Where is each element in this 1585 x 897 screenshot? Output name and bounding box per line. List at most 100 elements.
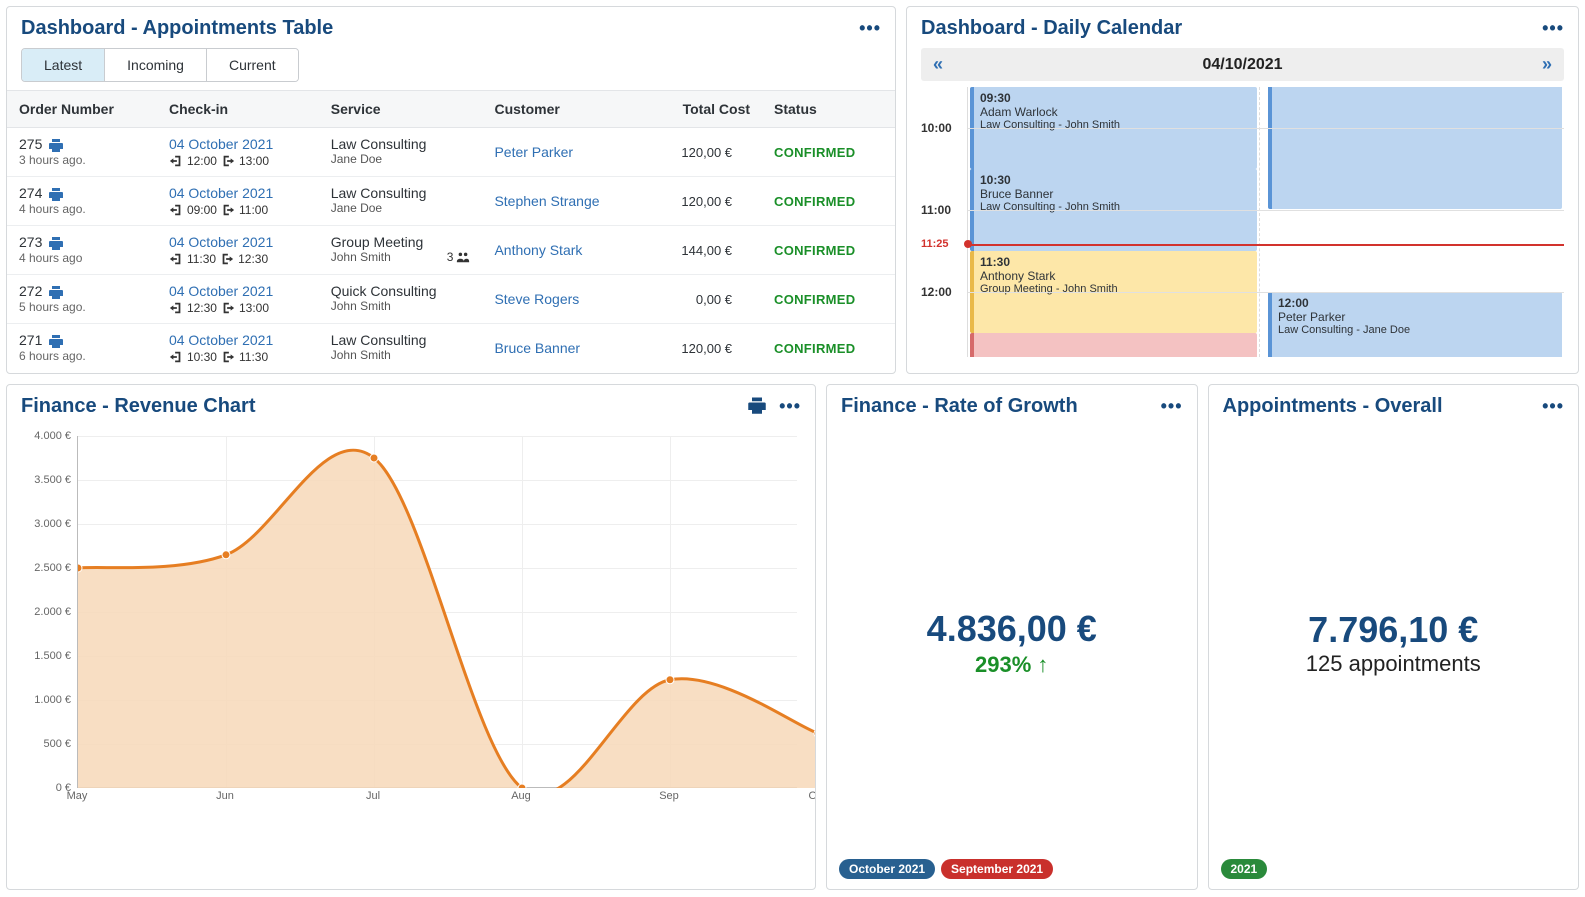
service-name: Law Consulting	[331, 136, 471, 152]
y-tick-label: 500 €	[43, 738, 71, 750]
customer-link[interactable]: Steve Rogers	[494, 291, 579, 307]
more-icon[interactable]: •••	[859, 18, 881, 39]
service-name: Law Consulting	[331, 332, 471, 348]
table-row[interactable]: 275 3 hours ago.04 October 2021 12:00 13…	[7, 128, 895, 177]
signin-icon	[169, 252, 183, 266]
period-badge[interactable]: 2021	[1221, 859, 1268, 879]
y-tick-label: 3.000 €	[34, 518, 71, 530]
print-icon[interactable]	[48, 234, 64, 251]
prev-day-button[interactable]: «	[933, 54, 943, 75]
table-row[interactable]: 273 4 hours ago04 October 2021 11:30 12:…	[7, 226, 895, 275]
print-icon[interactable]	[48, 136, 64, 153]
total-cost: 120,00 €	[645, 177, 762, 226]
print-icon[interactable]	[48, 185, 64, 202]
chart-point[interactable]	[666, 676, 674, 684]
checkin-date[interactable]: 04 October 2021	[169, 136, 307, 152]
table-row[interactable]: 272 5 hours ago.04 October 2021 12:30 13…	[7, 275, 895, 324]
employee-name: John Smith	[331, 250, 391, 264]
checkin-times: 12:00 13:00	[169, 154, 307, 168]
order-number: 271	[19, 332, 42, 348]
status-badge: CONFIRMED	[774, 145, 855, 160]
tab-current[interactable]: Current	[207, 49, 298, 81]
column-header[interactable]: Customer	[482, 91, 645, 128]
revenue-chart-panel: Finance - Revenue Chart ••• 0 €500 €1.00…	[6, 384, 816, 890]
event-customer: Adam Warlock	[980, 105, 1251, 119]
signout-icon	[220, 252, 234, 266]
table-row[interactable]: 271 6 hours ago.04 October 2021 10:30 11…	[7, 324, 895, 373]
service-name: Group Meeting	[331, 234, 471, 250]
total-cost: 0,00 €	[645, 275, 762, 324]
customer-link[interactable]: Stephen Strange	[494, 193, 599, 209]
column-header[interactable]: Check-in	[157, 91, 319, 128]
event-service: Law Consulting - John Smith	[980, 201, 1251, 213]
calendar-event[interactable]: 12:00Peter ParkerLaw Consulting - Jane D…	[1268, 292, 1562, 357]
order-number: 275	[19, 136, 42, 152]
more-icon[interactable]: •••	[1161, 396, 1183, 417]
y-tick-label: 1.000 €	[34, 694, 71, 706]
more-icon[interactable]: •••	[779, 396, 801, 417]
column-header[interactable]: Order Number	[7, 91, 157, 128]
table-row[interactable]: 274 4 hours ago.04 October 2021 09:00 11…	[7, 177, 895, 226]
checkin-date[interactable]: 04 October 2021	[169, 332, 307, 348]
now-line	[968, 244, 1564, 246]
order-number: 272	[19, 283, 42, 299]
daily-calendar-panel: Dashboard - Daily Calendar ••• « 04/10/2…	[906, 6, 1579, 374]
column-header[interactable]: Total Cost	[645, 91, 762, 128]
print-icon[interactable]	[747, 395, 767, 418]
chart-svg	[78, 436, 816, 788]
customer-link[interactable]: Bruce Banner	[494, 340, 580, 356]
employee-name: John Smith	[331, 299, 391, 313]
x-tick-label: Aug	[511, 790, 531, 802]
event-time: 11:30	[980, 255, 1251, 269]
column-header[interactable]: Service	[319, 91, 483, 128]
event-time: 10:30	[980, 173, 1251, 187]
calendar-event[interactable]: Stephen StrangeLaw Consulting - Jane Doe	[1268, 87, 1562, 209]
print-icon[interactable]	[48, 332, 64, 349]
chart-point[interactable]	[78, 564, 82, 572]
print-icon[interactable]	[48, 283, 64, 300]
signout-icon	[221, 154, 235, 168]
period-badge[interactable]: September 2021	[941, 859, 1053, 879]
checkin-date[interactable]: 04 October 2021	[169, 185, 307, 201]
signin-icon	[169, 154, 183, 168]
chart-point[interactable]	[222, 551, 230, 559]
column-header[interactable]: Status	[762, 91, 895, 128]
tab-latest[interactable]: Latest	[22, 49, 105, 81]
calendar-date[interactable]: 04/10/2021	[1202, 56, 1282, 74]
hour-label: 12:00	[921, 285, 952, 299]
appointments-table: Order NumberCheck-inServiceCustomerTotal…	[7, 90, 895, 372]
tab-incoming[interactable]: Incoming	[105, 49, 207, 81]
checkin-date[interactable]: 04 October 2021	[169, 283, 307, 299]
calendar-body[interactable]: 10:0011:0012:0011:25 09:30Adam WarlockLa…	[921, 87, 1564, 357]
panel-title: Dashboard - Appointments Table	[21, 17, 333, 40]
x-tick-label: Jun	[216, 790, 234, 802]
next-day-button[interactable]: »	[1542, 54, 1552, 75]
customer-link[interactable]: Peter Parker	[494, 144, 573, 160]
more-icon[interactable]: •••	[1542, 18, 1564, 39]
checkin-times: 10:30 11:30	[169, 350, 307, 364]
revenue-chart[interactable]: 0 €500 €1.000 €1.500 €2.000 €2.500 €3.00…	[21, 430, 801, 810]
x-tick-label: Sep	[659, 790, 679, 802]
status-badge: CONFIRMED	[774, 341, 855, 356]
event-customer: Bruce Banner	[980, 187, 1251, 201]
employee-name: Jane Doe	[331, 201, 382, 215]
panel-title: Finance - Revenue Chart	[21, 395, 256, 418]
chart-point[interactable]	[518, 784, 526, 788]
customer-link[interactable]: Anthony Stark	[494, 242, 582, 258]
calendar-event[interactable]	[970, 333, 1257, 357]
signout-icon	[221, 203, 235, 217]
checkin-times: 09:00 11:00	[169, 203, 307, 217]
panel-title: Dashboard - Daily Calendar	[921, 17, 1182, 40]
chart-point[interactable]	[370, 454, 378, 462]
order-ago: 4 hours ago	[19, 251, 145, 265]
service-name: Quick Consulting	[331, 283, 471, 299]
hour-label: 11:00	[921, 203, 951, 217]
appointments-tabs: LatestIncomingCurrent	[21, 48, 299, 82]
checkin-date[interactable]: 04 October 2021	[169, 234, 307, 250]
signin-icon	[169, 203, 183, 217]
more-icon[interactable]: •••	[1542, 396, 1564, 417]
period-badge[interactable]: October 2021	[839, 859, 935, 879]
y-tick-label: 3.500 €	[34, 474, 71, 486]
appointments-overall-panel: Appointments - Overall ••• 7.796,10 € 12…	[1208, 384, 1580, 890]
signout-icon	[221, 350, 235, 364]
